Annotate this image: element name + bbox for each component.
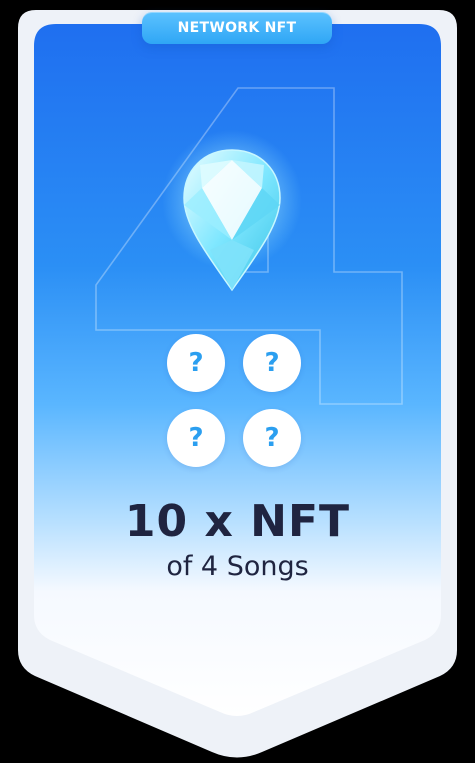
nft-count-title: 10 x NFT [124,496,351,547]
question-mark-icon: ? [264,348,280,378]
song-slot-3[interactable]: ? [167,409,225,467]
question-mark-icon: ? [188,423,204,453]
song-slot-4[interactable]: ? [243,409,301,467]
card-background [18,10,457,758]
nft-card[interactable]: NETWORK NFT ? ? ? ? 10 x NFT of 4 Songs [0,0,475,763]
badge-label: NETWORK NFT [177,20,297,36]
network-nft-badge: NETWORK NFT [142,12,332,44]
question-mark-icon: ? [264,423,280,453]
song-slot-1[interactable]: ? [167,334,225,392]
question-mark-icon: ? [188,348,204,378]
song-slot-2[interactable]: ? [243,334,301,392]
songs-subtitle: of 4 Songs [166,551,309,582]
